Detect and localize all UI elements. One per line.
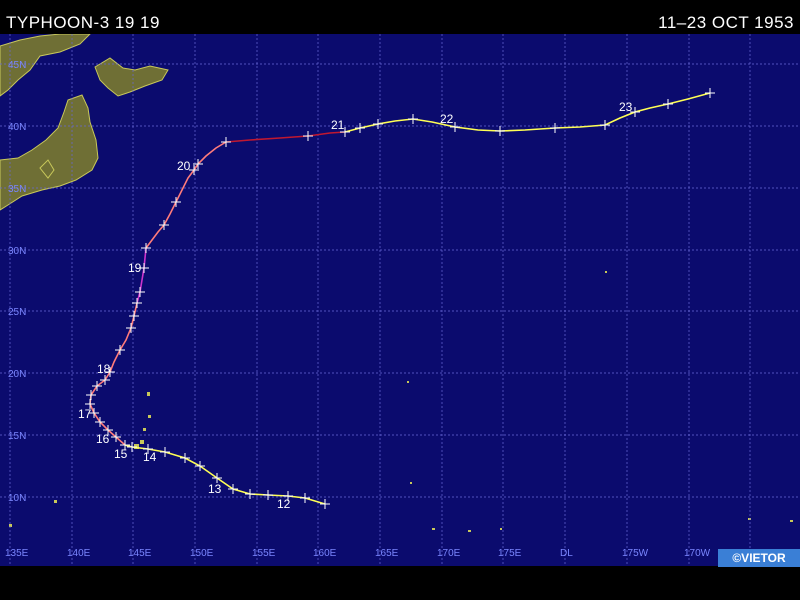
longitude-label: 170E xyxy=(437,548,461,559)
longitude-label: DL xyxy=(560,548,573,559)
day-label: 14 xyxy=(143,450,157,464)
day-label: 22 xyxy=(440,112,454,126)
day-label: 19 xyxy=(128,261,142,275)
day-label: 21 xyxy=(331,118,345,132)
longitude-label: 145E xyxy=(128,548,152,559)
day-label: 17 xyxy=(78,407,92,421)
longitude-label: 175E xyxy=(498,548,522,559)
storm-title: TYPHOON-3 19 19 xyxy=(6,13,160,32)
day-label: 15 xyxy=(114,447,128,461)
day-label: 20 xyxy=(177,159,191,173)
latitude-label: 30N xyxy=(8,246,26,257)
latitude-label: 25N xyxy=(8,307,26,318)
longitude-label: 170W xyxy=(684,548,711,559)
longitude-label: 160E xyxy=(313,548,337,559)
credit-badge: ©VIETOR xyxy=(718,549,800,567)
longitude-label: 175W xyxy=(622,548,649,559)
latitude-label: 40N xyxy=(8,122,26,133)
map-canvas: 10N 15N 20N 25N 30N 35N 40N 45N 135E 140E 145E 150… xyxy=(0,34,800,566)
longitude-label: 150E xyxy=(190,548,214,559)
longitude-label: 165E xyxy=(375,548,399,559)
ocean xyxy=(0,34,800,566)
latitude-label: 10N xyxy=(8,493,26,504)
latitude-label: 35N xyxy=(8,184,26,195)
date-range: 11–23 OCT 1953 xyxy=(658,13,794,32)
latitude-label: 20N xyxy=(8,369,26,380)
day-label: 16 xyxy=(96,432,110,446)
latitude-label: 15N xyxy=(8,431,26,442)
title-bar: TYPHOON-3 19 19 11–23 OCT 1953 xyxy=(0,0,800,34)
day-label: 13 xyxy=(208,482,222,496)
longitude-label: 135E xyxy=(5,548,29,559)
day-label: 23 xyxy=(619,100,633,114)
longitude-label: 140E xyxy=(67,548,91,559)
day-label: 18 xyxy=(97,362,111,376)
footer-bar xyxy=(0,566,800,600)
day-label: 12 xyxy=(277,497,291,511)
latitude-label: 45N xyxy=(8,60,26,71)
track-map: 10N 15N 20N 25N 30N 35N 40N 45N 135E 140E 145E 150… xyxy=(0,34,800,566)
longitude-label: 155E xyxy=(252,548,276,559)
